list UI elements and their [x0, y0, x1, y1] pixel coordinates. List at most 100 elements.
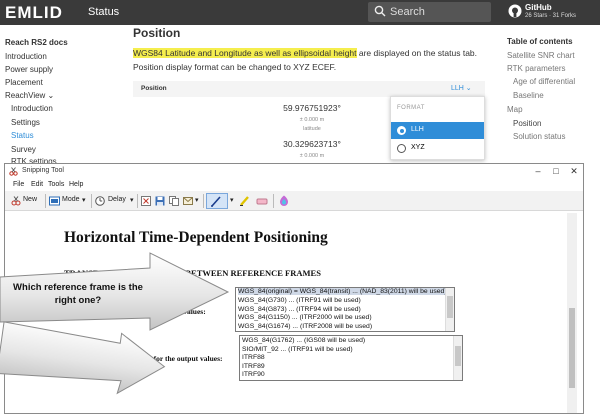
listbox-option[interactable]: ITRF89 [242, 363, 265, 370]
scissors-icon [9, 167, 18, 176]
toc-item-age[interactable]: Age of differential [513, 77, 575, 86]
format-option-label: LLH [411, 126, 424, 133]
listbox-option[interactable]: SIO/MIT_92 ... (ITRF91 will be used) [242, 346, 353, 353]
latitude-value: 59.976751923° [283, 103, 341, 113]
longitude-value: 30.329623713° [283, 139, 341, 149]
emlid-logo[interactable]: EMLID [5, 3, 63, 23]
format-option-label: XYZ [411, 144, 425, 151]
toolbar: New Mode ▾ Delay ▾ ▾ ▾ [5, 191, 583, 211]
listbox-option-selected[interactable]: WGS_84(original) = WGS_84(transit) ... (… [238, 288, 447, 295]
menu-tools[interactable]: Tools [48, 181, 64, 188]
window-title: Snipping Tool [22, 167, 64, 174]
save-icon[interactable] [155, 196, 165, 206]
scrollbar-thumb[interactable] [447, 296, 453, 318]
sidebar-item-status[interactable]: Status [11, 131, 34, 140]
top-navbar: EMLID Status Search GitHub 26 Stars · 31… [0, 0, 600, 25]
sidebar-item-reachview[interactable]: ReachView ⌄ [5, 91, 54, 100]
cancel-icon[interactable] [141, 196, 151, 206]
mode-button[interactable]: Mode ▾ [49, 194, 89, 208]
section-title[interactable]: Status [88, 6, 119, 18]
new-snip-icon [11, 196, 21, 206]
sidebar-item-placement[interactable]: Placement [5, 78, 43, 87]
format-option-llh[interactable]: LLH [391, 122, 484, 139]
listbox-option[interactable]: WGS_84(G1674) ... (ITRF2008 will be used… [238, 323, 372, 330]
new-snip-button[interactable]: New [11, 194, 41, 208]
menu-help[interactable]: Help [69, 181, 83, 188]
toolbar-separator [203, 194, 204, 208]
radio-selected-icon [397, 126, 406, 135]
intro-text-rest: are displayed on the status tab. [356, 48, 478, 58]
sidebar-heading[interactable]: Reach RS2 docs [5, 38, 68, 47]
scrollbar-thumb[interactable] [569, 308, 575, 388]
listbox-option[interactable]: WGS_84(G1762) ... (IGS08 will be used) [242, 337, 365, 344]
send-icon[interactable] [183, 196, 193, 206]
copy-icon[interactable] [169, 196, 179, 206]
snip-canvas: Horizontal Time-Dependent Positioning TR… [9, 213, 577, 413]
search-placeholder: Search [390, 6, 425, 18]
maximize-button[interactable]: □ [549, 165, 563, 177]
sidebar-item-survey[interactable]: Survey [11, 145, 36, 154]
output-frame-label: Specify the reference frame for the outp… [64, 354, 223, 363]
highlighter-icon[interactable] [239, 196, 250, 206]
dropdown-arrow-icon[interactable]: ▾ [230, 196, 234, 210]
menu-edit[interactable]: Edit [31, 181, 43, 188]
eraser-icon[interactable] [256, 196, 268, 206]
format-select[interactable]: LLH ⌄ [451, 84, 472, 92]
delay-button[interactable]: Delay ▾ [95, 194, 137, 208]
page-title: Position [133, 26, 181, 40]
toc-item-position[interactable]: Position [513, 119, 541, 128]
dropdown-arrow-icon[interactable]: ▾ [195, 196, 199, 210]
listbox-option[interactable]: ITRF88 [242, 354, 265, 361]
menu-bar: File Edit Tools Help [5, 180, 583, 191]
toc-item-rtk[interactable]: RTK parameters [507, 64, 566, 73]
window-scrollbar[interactable] [567, 213, 577, 413]
toolbar-separator [91, 194, 92, 208]
format-dropdown: FORMAT LLH XYZ [390, 96, 485, 160]
toc-item-solution[interactable]: Solution status [513, 132, 565, 141]
mode-icon [49, 196, 60, 206]
format-option-xyz[interactable]: XYZ [391, 140, 484, 157]
listbox-scrollbar[interactable] [453, 336, 462, 380]
listbox-option[interactable]: WGS_84(G1150) ... (ITRF2000 will be used… [238, 314, 372, 321]
radio-unselected-icon [397, 144, 406, 153]
close-button[interactable]: ✕ [567, 165, 581, 177]
longitude-accuracy: ± 0.000 m [299, 153, 325, 159]
github-stats: 26 Stars · 31 Forks [525, 13, 577, 19]
search-icon [374, 5, 386, 17]
captured-heading: Horizontal Time-Dependent Positioning [64, 229, 328, 246]
menu-file[interactable]: File [13, 181, 24, 188]
toc-item-baseline[interactable]: Baseline [513, 91, 544, 100]
listbox-scrollbar[interactable] [445, 288, 454, 331]
toolbar-separator [137, 194, 138, 208]
github-icon[interactable] [508, 4, 522, 18]
sidebar-item-introduction[interactable]: Introduction [5, 52, 47, 61]
sidebar-item-power-supply[interactable]: Power supply [5, 65, 53, 74]
listbox-option[interactable]: ITRF90 [242, 371, 265, 378]
pen-button[interactable] [206, 193, 228, 209]
format-heading: FORMAT [397, 105, 425, 111]
sidebar-item-settings[interactable]: Settings [11, 118, 40, 127]
toolbar-separator [273, 194, 274, 208]
pen-icon [211, 196, 221, 207]
captured-subheading: TRANSFORMING POSITIONS BETWEEN REFERENCE… [64, 268, 321, 278]
scrollbar-thumb[interactable] [455, 346, 461, 366]
highlighted-text: WGS84 Latitude and Longitude as well as … [133, 48, 357, 58]
dropdown-arrow-icon: ▾ [82, 197, 86, 204]
paint3d-icon[interactable] [279, 195, 289, 207]
clock-icon [95, 196, 105, 206]
toc-title: Table of contents [507, 37, 573, 46]
screen: EMLID Status Search GitHub 26 Stars · 31… [0, 0, 600, 414]
window-titlebar[interactable]: Snipping Tool – □ ✕ [5, 164, 583, 179]
listbox-option[interactable]: WGS_84(G873) ... (ITRF94 will be used) [238, 306, 361, 313]
output-frame-listbox[interactable]: WGS_84(G1762) ... (IGS08 will be used) S… [239, 335, 463, 381]
listbox-option[interactable]: WGS_84(G730) ... (ITRF91 will be used) [238, 297, 361, 304]
toc-item-map[interactable]: Map [507, 105, 523, 114]
sidebar-item-rv-introduction[interactable]: Introduction [11, 104, 53, 113]
github-link[interactable]: GitHub [525, 3, 552, 12]
minimize-button[interactable]: – [531, 165, 545, 177]
intro-text-line2: Position display format can be changed t… [133, 62, 337, 72]
input-frame-listbox[interactable]: WGS_84(original) = WGS_84(transit) ... (… [235, 287, 455, 332]
search-input[interactable]: Search [368, 2, 491, 22]
latitude-label: latitude [303, 126, 321, 132]
toc-item-snr[interactable]: Satellite SNR chart [507, 51, 575, 60]
